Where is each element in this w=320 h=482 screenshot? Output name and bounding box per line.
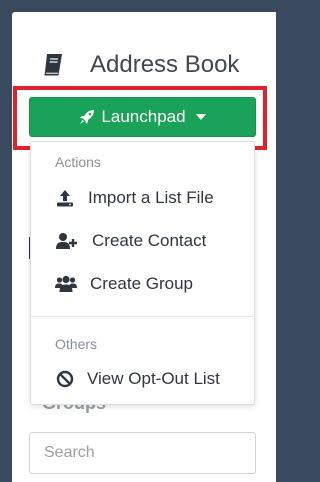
page-header: Address Book (40, 50, 239, 80)
dropdown-divider (31, 316, 254, 317)
menu-item-label: Create Contact (92, 231, 207, 250)
group-icon (55, 274, 77, 294)
upload-icon (55, 188, 75, 208)
dropdown-section-actions: Actions (55, 154, 101, 170)
menu-item-create-group[interactable]: Create Group (31, 266, 254, 302)
launchpad-button[interactable]: Launchpad (29, 97, 256, 137)
page-title: Address Book (90, 51, 240, 78)
book-icon (44, 54, 62, 76)
caret-down-icon (195, 114, 206, 120)
rocket-icon (80, 110, 95, 124)
ban-icon (55, 369, 75, 389)
menu-item-import-list-file[interactable]: Import a List File (31, 180, 254, 216)
dropdown-section-others: Others (55, 336, 98, 352)
search-input[interactable] (29, 432, 256, 474)
menu-item-create-contact[interactable]: Create Contact (31, 223, 254, 259)
menu-item-label: Import a List File (88, 188, 214, 207)
menu-item-label: Create Group (90, 274, 193, 293)
menu-item-label: View Opt-Out List (87, 369, 220, 388)
menu-item-view-opt-out-list[interactable]: View Opt-Out List (31, 361, 254, 397)
launchpad-dropdown-menu: Actions Import a List File Create Contac… (30, 141, 255, 405)
add-user-icon (55, 231, 79, 251)
launchpad-label: Launchpad (101, 107, 186, 126)
